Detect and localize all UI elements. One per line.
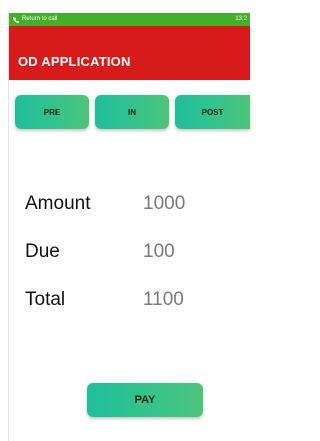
phone-icon (13, 16, 19, 23)
app-bar: OD APPLICATION (9, 26, 250, 80)
phase-tabs: PRE IN POST (9, 95, 250, 129)
amount-label: Amount (25, 193, 91, 214)
due-label: Due (25, 241, 60, 262)
pay-button[interactable]: PAY (87, 383, 203, 417)
due-row: Due 100 (9, 241, 250, 271)
app-title: OD APPLICATION (18, 54, 131, 69)
status-bar[interactable]: Return to call 13:2 (9, 13, 250, 26)
return-to-call[interactable]: Return to call (13, 13, 57, 26)
total-row: Total 1100 (9, 289, 250, 319)
amount-row: Amount 1000 (9, 193, 250, 223)
amount-value: 1000 (143, 193, 186, 214)
total-label: Total (25, 289, 66, 310)
due-value: 100 (143, 241, 175, 262)
return-to-call-label: Return to call (22, 16, 58, 22)
tab-in-button[interactable]: IN (95, 95, 169, 129)
total-value: 1100 (143, 289, 184, 310)
status-time: 13:2 (235, 16, 247, 22)
tab-post-button[interactable]: POST (175, 95, 250, 129)
app-screen: Return to call 13:2 OD APPLICATION PRE I… (8, 13, 250, 441)
tab-pre-button[interactable]: PRE (15, 95, 89, 129)
